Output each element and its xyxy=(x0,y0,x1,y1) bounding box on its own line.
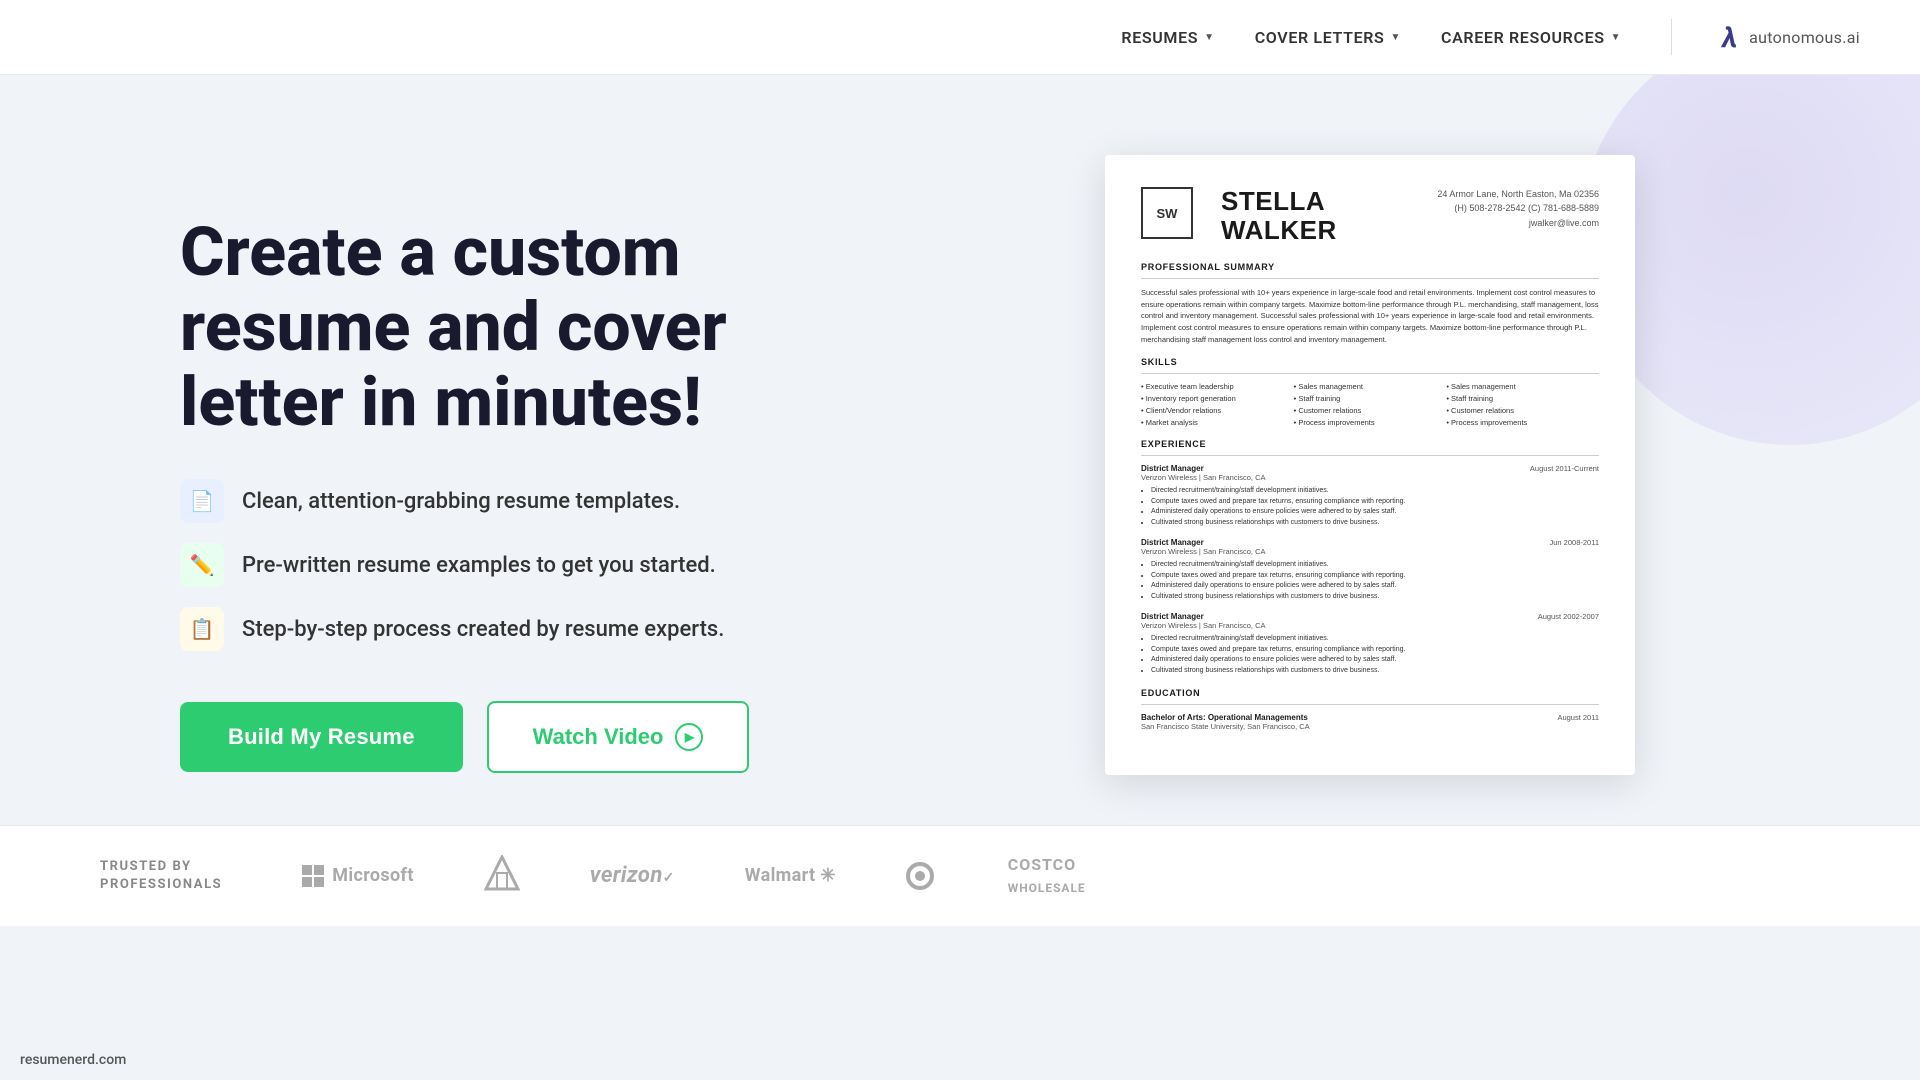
trusted-logos: Microsoft verizon✓ Walmart ✳ COSTCOWHOLE… xyxy=(302,854,1820,898)
feature-examples-icon: ✏️ xyxy=(180,543,224,587)
feature-examples: ✏️ Pre-written resume examples to get yo… xyxy=(180,543,860,587)
feature-process-icon: 📋 xyxy=(180,607,224,651)
skill-6: • Staff training xyxy=(1446,394,1599,403)
resume-experience-section: EXPERIENCE District Manager August 2011-… xyxy=(1141,439,1599,676)
trusted-label: TRUSTED BYPROFESSIONALS xyxy=(100,858,222,894)
nav-career-resources[interactable]: CAREER RESOURCES ▼ xyxy=(1441,28,1621,47)
resume-experience-divider xyxy=(1141,455,1599,456)
hero-title: Create a custom resume and cover letter … xyxy=(180,215,860,439)
resume-header: SW STELLAWALKER 24 Armor Lane, North Eas… xyxy=(1141,187,1599,244)
nav-cover-letters[interactable]: COVER LETTERS ▼ xyxy=(1255,28,1401,47)
brand-logo: λ xyxy=(1722,21,1737,54)
feature-templates: 📄 Clean, attention-grabbing resume templ… xyxy=(180,479,860,523)
feature-examples-text: Pre-written resume examples to get you s… xyxy=(242,553,716,578)
nav-resumes-chevron: ▼ xyxy=(1204,32,1215,43)
resume-skills-section: SKILLS • Executive team leadership • Sal… xyxy=(1141,357,1599,427)
footer: TRUSTED BYPROFESSIONALS Microsoft verizo… xyxy=(0,825,1920,926)
verizon-text: verizon xyxy=(590,863,663,888)
skill-1: • Executive team leadership xyxy=(1141,382,1294,391)
nav-cover-letters-label: COVER LETTERS xyxy=(1255,28,1385,47)
main-content: Create a custom resume and cover letter … xyxy=(0,75,1920,825)
resume-card: SW STELLAWALKER 24 Armor Lane, North Eas… xyxy=(1105,155,1635,775)
resume-name: STELLAWALKER xyxy=(1221,187,1337,244)
main-nav: RESUMES ▼ COVER LETTERS ▼ CAREER RESOURC… xyxy=(1121,19,1860,55)
skill-8: • Customer relations xyxy=(1294,406,1447,415)
nav-resumes-label: RESUMES xyxy=(1121,28,1198,47)
resume-education-divider xyxy=(1141,704,1599,705)
costco-logo: COSTCOWHOLESALE xyxy=(1008,854,1086,898)
target-circle-icon xyxy=(906,862,934,890)
cta-buttons: Build My Resume Watch Video ▶ xyxy=(180,701,860,773)
watch-video-label: Watch Video xyxy=(533,724,664,750)
resume-education-section: EDUCATION Bachelor of Arts: Operational … xyxy=(1141,688,1599,731)
costco-text: COSTCOWHOLESALE xyxy=(1008,855,1086,896)
target-logo xyxy=(906,862,938,890)
feature-templates-icon: 📄 xyxy=(180,479,224,523)
brand-name: autonomous.ai xyxy=(1749,28,1860,47)
resume-summary-text: Successful sales professional with 10+ y… xyxy=(1141,287,1599,345)
header: RESUMES ▼ COVER LETTERS ▼ CAREER RESOURC… xyxy=(0,0,1920,75)
skill-3: • Sales management xyxy=(1446,382,1599,391)
job-3: District Manager August 2002-2007 Verizo… xyxy=(1141,612,1599,676)
feature-templates-text: Clean, attention-grabbing resume templat… xyxy=(242,489,680,514)
nav-resumes[interactable]: RESUMES ▼ xyxy=(1121,28,1214,47)
resume-preview-area: SW STELLAWALKER 24 Armor Lane, North Eas… xyxy=(920,155,1820,775)
feature-process-text: Step-by-step process created by resume e… xyxy=(242,617,724,642)
resume-summary-section: PROFESSIONAL SUMMARY Successful sales pr… xyxy=(1141,262,1599,345)
verizon-logo: verizon✓ xyxy=(590,863,675,888)
skill-7: • Client/Vendor relations xyxy=(1141,406,1294,415)
homedepot-icon xyxy=(484,855,520,891)
skill-4: • Inventory report generation xyxy=(1141,394,1294,403)
resume-skills-grid: • Executive team leadership • Sales mana… xyxy=(1141,382,1599,427)
microsoft-grid-icon xyxy=(302,865,324,887)
skill-9: • Customer relations xyxy=(1446,406,1599,415)
resume-name-block: STELLAWALKER xyxy=(1221,187,1337,244)
watch-video-button[interactable]: Watch Video ▶ xyxy=(487,701,750,773)
microsoft-logo: Microsoft xyxy=(302,865,414,887)
resume-logo: SW xyxy=(1141,187,1193,239)
hero-left: Create a custom resume and cover letter … xyxy=(180,155,860,773)
microsoft-text: Microsoft xyxy=(332,865,414,886)
resume-summary-title: PROFESSIONAL SUMMARY xyxy=(1141,262,1599,272)
resume-skills-divider xyxy=(1141,373,1599,374)
nav-cover-letters-chevron: ▼ xyxy=(1390,32,1401,43)
features-list: 📄 Clean, attention-grabbing resume templ… xyxy=(180,479,860,651)
nav-divider xyxy=(1671,19,1672,55)
walmart-logo: Walmart ✳ xyxy=(745,865,836,886)
resume-skills-title: SKILLS xyxy=(1141,357,1599,367)
feature-process: 📋 Step-by-step process created by resume… xyxy=(180,607,860,651)
skill-2: • Sales management xyxy=(1294,382,1447,391)
skill-11: • Process improvements xyxy=(1294,418,1447,427)
brand-area: λ autonomous.ai xyxy=(1722,21,1860,54)
walmart-text: Walmart xyxy=(745,865,816,886)
skill-12: • Process improvements xyxy=(1446,418,1599,427)
resume-contact: 24 Armor Lane, North Easton, Ma 02356 (H… xyxy=(1437,187,1599,230)
walmart-star-icon: ✳ xyxy=(820,865,835,886)
nav-career-resources-label: CAREER RESOURCES xyxy=(1441,28,1605,47)
nav-career-resources-chevron: ▼ xyxy=(1611,32,1622,43)
resume-summary-divider xyxy=(1141,278,1599,279)
site-watermark: resumenerd.com xyxy=(20,1052,126,1068)
resume-education-title: EDUCATION xyxy=(1141,688,1599,698)
skill-5: • Staff training xyxy=(1294,394,1447,403)
skill-10: • Market analysis xyxy=(1141,418,1294,427)
job-1: District Manager August 2011-Current Ver… xyxy=(1141,464,1599,528)
job-2: District Manager Jun 2008-2011 Verizon W… xyxy=(1141,538,1599,602)
play-icon: ▶ xyxy=(675,723,703,751)
resume-experience-title: EXPERIENCE xyxy=(1141,439,1599,449)
homedepot-logo xyxy=(484,855,520,896)
build-resume-button[interactable]: Build My Resume xyxy=(180,702,463,772)
